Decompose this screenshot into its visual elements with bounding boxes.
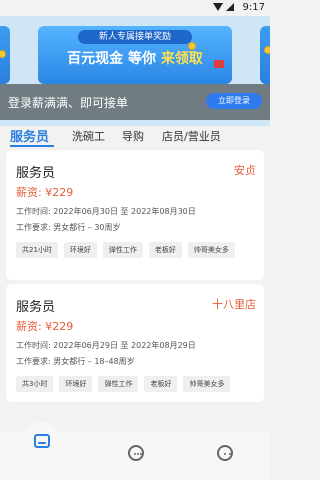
job-tags: 共3小时 环境好 弹性工作 老板好 帅哥美女多: [16, 376, 231, 392]
bottom-navigation: [0, 422, 270, 480]
profile-icon: [217, 445, 233, 461]
tab-clerk[interactable]: 店员/营业员: [162, 128, 221, 144]
tab-guide[interactable]: 导购: [122, 128, 144, 144]
nav-profile[interactable]: [214, 442, 236, 464]
job-salary: 薪资: ¥229: [16, 186, 74, 199]
coin-icon: [0, 50, 6, 58]
job-salary: 薪资: ¥229: [16, 320, 74, 333]
job-tag: 共3小时: [16, 376, 54, 392]
banner-pill: 新人专属接单奖励: [78, 30, 192, 44]
banner-headline-part2: 等你: [128, 51, 156, 67]
job-title: 服务员: [16, 300, 56, 315]
job-tag: 环境好: [63, 242, 97, 258]
job-card[interactable]: 服务员 安贞 薪资: ¥229 工作时间: 2022年06月30日 至 2022…: [6, 150, 264, 280]
red-envelope-icon: [214, 60, 224, 68]
tab-service[interactable]: 服务员: [10, 126, 49, 145]
promo-banner[interactable]: 新人专属接单奖励 百元现金 等你 来领取 登录薪满满、即可接单 立即登录: [0, 16, 270, 126]
job-requirement: 工作要求: 男女都行 – 30周岁: [16, 223, 121, 232]
job-location: 十八里店: [212, 298, 256, 311]
nav-home[interactable]: [31, 429, 53, 451]
job-tag: 老板好: [144, 376, 178, 392]
banner-right-card[interactable]: [260, 26, 270, 84]
home-icon: [34, 434, 50, 448]
banner-main-card[interactable]: 新人专属接单奖励 百元现金 等你 来领取: [38, 26, 232, 84]
wifi-icon: [213, 3, 223, 11]
job-location: 安贞: [234, 164, 256, 177]
job-tag: 弹性工作: [102, 242, 143, 258]
job-tag: 老板好: [148, 242, 182, 258]
status-icons: [213, 3, 234, 11]
message-icon: [128, 445, 144, 461]
job-tag: 帅哥美女多: [187, 242, 235, 258]
job-tag: 环境好: [59, 376, 93, 392]
active-tab-indicator: [10, 145, 54, 147]
banner-headline-part1: 百元现金: [67, 51, 124, 67]
signal-icon: [226, 3, 234, 11]
banner-headline: 百元现金 等你 来领取: [44, 48, 226, 68]
login-prompt-bar: 登录薪满满、即可接单 立即登录: [0, 84, 270, 120]
login-prompt-text: 登录薪满满、即可接单: [8, 96, 129, 110]
status-bar: 9:17: [0, 0, 270, 16]
job-requirement: 工作要求: 男女都行 – 18–48周岁: [16, 357, 135, 366]
job-time: 工作时间: 2022年06月30日 至 2022年08月30日: [16, 207, 196, 216]
coin-icon: [264, 46, 270, 54]
banner-headline-part3: 来领取: [160, 51, 203, 67]
job-tag: 帅哥美女多: [183, 376, 231, 392]
job-tags: 共21小时 环境好 弹性工作 老板好 帅哥美女多: [16, 242, 235, 258]
tab-dishwasher[interactable]: 洗碗工: [72, 128, 105, 144]
job-tag: 弹性工作: [98, 376, 139, 392]
login-button[interactable]: 立即登录: [206, 93, 262, 109]
nav-messages[interactable]: [125, 442, 147, 464]
category-tabs: 服务员 洗碗工 导购 店员/营业员: [0, 126, 270, 148]
status-time: 9:17: [242, 2, 265, 13]
job-title: 服务员: [16, 166, 56, 181]
banner-left-card[interactable]: [0, 26, 10, 84]
job-time: 工作时间: 2022年06月29日 至 2022年08月29日: [16, 341, 196, 350]
coin-icon: [188, 42, 196, 50]
job-tag: 共21小时: [16, 242, 58, 258]
job-card[interactable]: 服务员 十八里店 薪资: ¥229 工作时间: 2022年06月29日 至 20…: [6, 284, 264, 402]
